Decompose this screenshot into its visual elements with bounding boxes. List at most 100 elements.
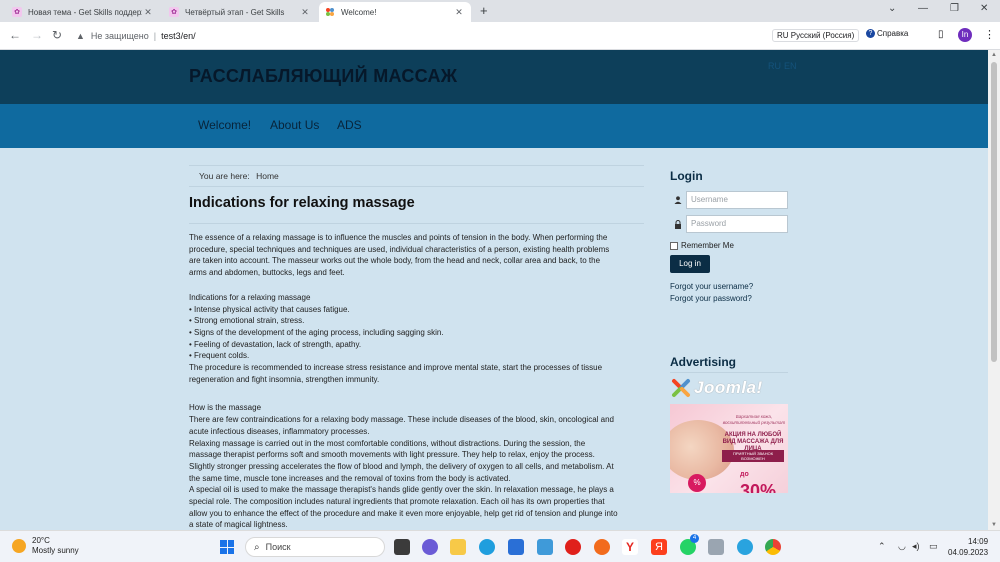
promo-discount-value: 30% [740,481,777,493]
firefox-icon[interactable] [594,539,610,555]
system-clock[interactable]: 14:09 04.09.2023 [948,536,988,558]
help-label: Справка [877,29,909,38]
scroll-up-icon[interactable]: ▲ [991,52,997,58]
breadcrumb: You are here: Home [189,165,644,187]
close-tab-icon[interactable]: ✕ [142,7,154,18]
close-window-icon[interactable]: ✕ [980,3,988,14]
main-content: You are here: Home Indications for relax… [189,148,644,530]
tray-chevron-icon[interactable]: ⌃ [878,541,886,552]
article-line: • Strong emotional strain, stress. [189,316,305,326]
edge-icon[interactable] [479,539,495,555]
teams-chat-icon[interactable] [422,539,438,555]
login-button[interactable]: Log in [670,255,710,273]
breadcrumb-prefix: You are here: [199,171,250,181]
menu-item-ads[interactable]: ADS [337,118,362,132]
volume-icon[interactable]: ◂) [912,541,920,552]
yandex-icon[interactable]: Я [651,539,667,555]
site-header: РАССЛАБЛЯЮЩИЙ МАССАЖ RU EN [0,50,988,104]
promo-tagline: Бархатная кожа, восхитительный результат [722,414,786,425]
tab-title: Welcome! [341,7,377,17]
security-label[interactable]: Не защищено [91,31,149,41]
article-line: How is the massage [189,403,262,413]
warning-icon[interactable]: ▲ [76,31,85,41]
browser-toolbar: ← → ↻ ▲ Не защищено | test3/en/ RU Русск… [0,22,1000,50]
browser-tabstrip: ✿ Новая тема - Get Skills поддерж ✕ ✿ Че… [0,0,1000,22]
article-line: A special oil is used to make the massag… [189,485,614,495]
article-line: procedure, special techniques and techni… [189,244,610,254]
browser-tab[interactable]: ✿ Четвёртый этап - Get Skills ✕ [163,2,317,22]
weather-widget[interactable]: 20°C Mostly sunny [12,536,79,556]
tab-search-icon[interactable]: ⌄ [888,3,896,14]
scroll-down-icon[interactable]: ▼ [991,522,997,528]
browser-menu-icon[interactable]: ⋮ [984,28,995,41]
remember-me-checkbox[interactable] [670,241,678,250]
document-app-icon[interactable] [708,539,724,555]
forgot-username-link[interactable]: Forgot your username? [670,281,788,293]
breadcrumb-home-link[interactable]: Home [256,171,279,181]
url-text[interactable]: test3/en/ [161,31,196,41]
article-line: special role. The composition includes n… [189,497,605,507]
forward-icon[interactable]: → [31,28,43,42]
opera-icon[interactable] [565,539,581,555]
maximize-icon[interactable]: ❐ [950,3,959,14]
sun-icon [12,539,26,553]
scrollbar-thumb[interactable] [991,62,997,362]
back-icon[interactable]: ← [9,28,21,42]
file-explorer-icon[interactable] [450,539,466,555]
windows-taskbar: 20°C Mostly sunny ⌕ Поиск Y Я 4 ⌃ ◡ ◂) ▭… [0,530,1000,562]
article-line: The procedure is recommended to increase… [189,363,603,373]
remember-me[interactable]: Remember Me [670,241,788,250]
massage-promo-banner[interactable]: Бархатная кожа, восхитительный результат… [670,404,788,493]
page-scrollbar[interactable]: ▲ ▼ [988,50,1000,530]
browser-tab[interactable]: ✿ Новая тема - Get Skills поддерж ✕ [6,2,160,22]
profile-avatar[interactable]: In [958,28,972,42]
remember-me-label[interactable]: Remember Me [681,241,734,250]
username-input[interactable]: Username [686,191,788,209]
language-en-link[interactable]: EN [784,61,797,71]
password-input[interactable]: Password [686,215,788,233]
reload-icon[interactable]: ↻ [52,28,62,42]
close-tab-icon[interactable]: ✕ [299,7,311,18]
site-title[interactable]: РАССЛАБЛЯЮЩИЙ МАССАЖ [189,66,457,87]
new-tab-icon[interactable]: + [480,3,488,18]
store-icon[interactable] [508,539,524,555]
percent-badge-icon: % [688,474,706,492]
menu-item-welcome[interactable]: Welcome! [198,118,251,132]
tab-favicon-icon: ✿ [169,7,179,17]
minimize-icon[interactable]: — [918,3,928,14]
wifi-icon[interactable]: ◡ [898,541,906,552]
article-line: arms and abdomen, buttocks, legs and fee… [189,268,345,278]
browser-tab-active[interactable]: Welcome! ✕ [319,2,471,22]
language-switcher: RU EN [768,61,800,71]
search-icon: ⌕ [254,541,260,553]
help-button[interactable]: ? Справка [866,29,908,38]
taskbar-search[interactable]: ⌕ Поиск [245,537,385,557]
translate-language-button[interactable]: RU Русский (Россия) [772,29,860,42]
promo-discount: до 30% [740,460,788,493]
article-line: Relaxing massage is carried out in the m… [189,438,586,448]
app-icon[interactable] [537,539,553,555]
close-tab-icon[interactable]: ✕ [453,7,465,18]
telegram-icon[interactable] [737,539,753,555]
windows-start-icon[interactable] [220,540,234,554]
battery-icon[interactable]: ▭ [929,541,938,552]
weather-temperature: 20°C [32,536,50,545]
menu-item-about-us[interactable]: About Us [270,118,319,132]
joomla-favicon-icon [325,7,335,17]
language-ru-link[interactable]: RU [768,61,781,71]
article-line: • Feeling of devastation, lack of streng… [189,339,362,349]
side-panel-icon[interactable]: ▯ [938,29,944,40]
forgot-password-link[interactable]: Forgot your password? [670,293,788,305]
advertising-heading: Advertising [670,355,737,369]
yandex-browser-icon[interactable]: Y [622,539,638,555]
promo-discount-prefix: до [740,471,749,478]
joomla-logo-icon [670,377,692,399]
joomla-banner[interactable]: Joomla! [670,377,788,399]
tab-favicon-icon: ✿ [12,7,22,17]
article-line: a state of magical lightness. [189,520,288,530]
whatsapp-icon[interactable]: 4 [680,534,699,555]
divider [189,223,644,224]
task-view-icon[interactable] [394,539,410,555]
chrome-icon[interactable] [765,539,781,555]
lock-icon [670,215,686,233]
